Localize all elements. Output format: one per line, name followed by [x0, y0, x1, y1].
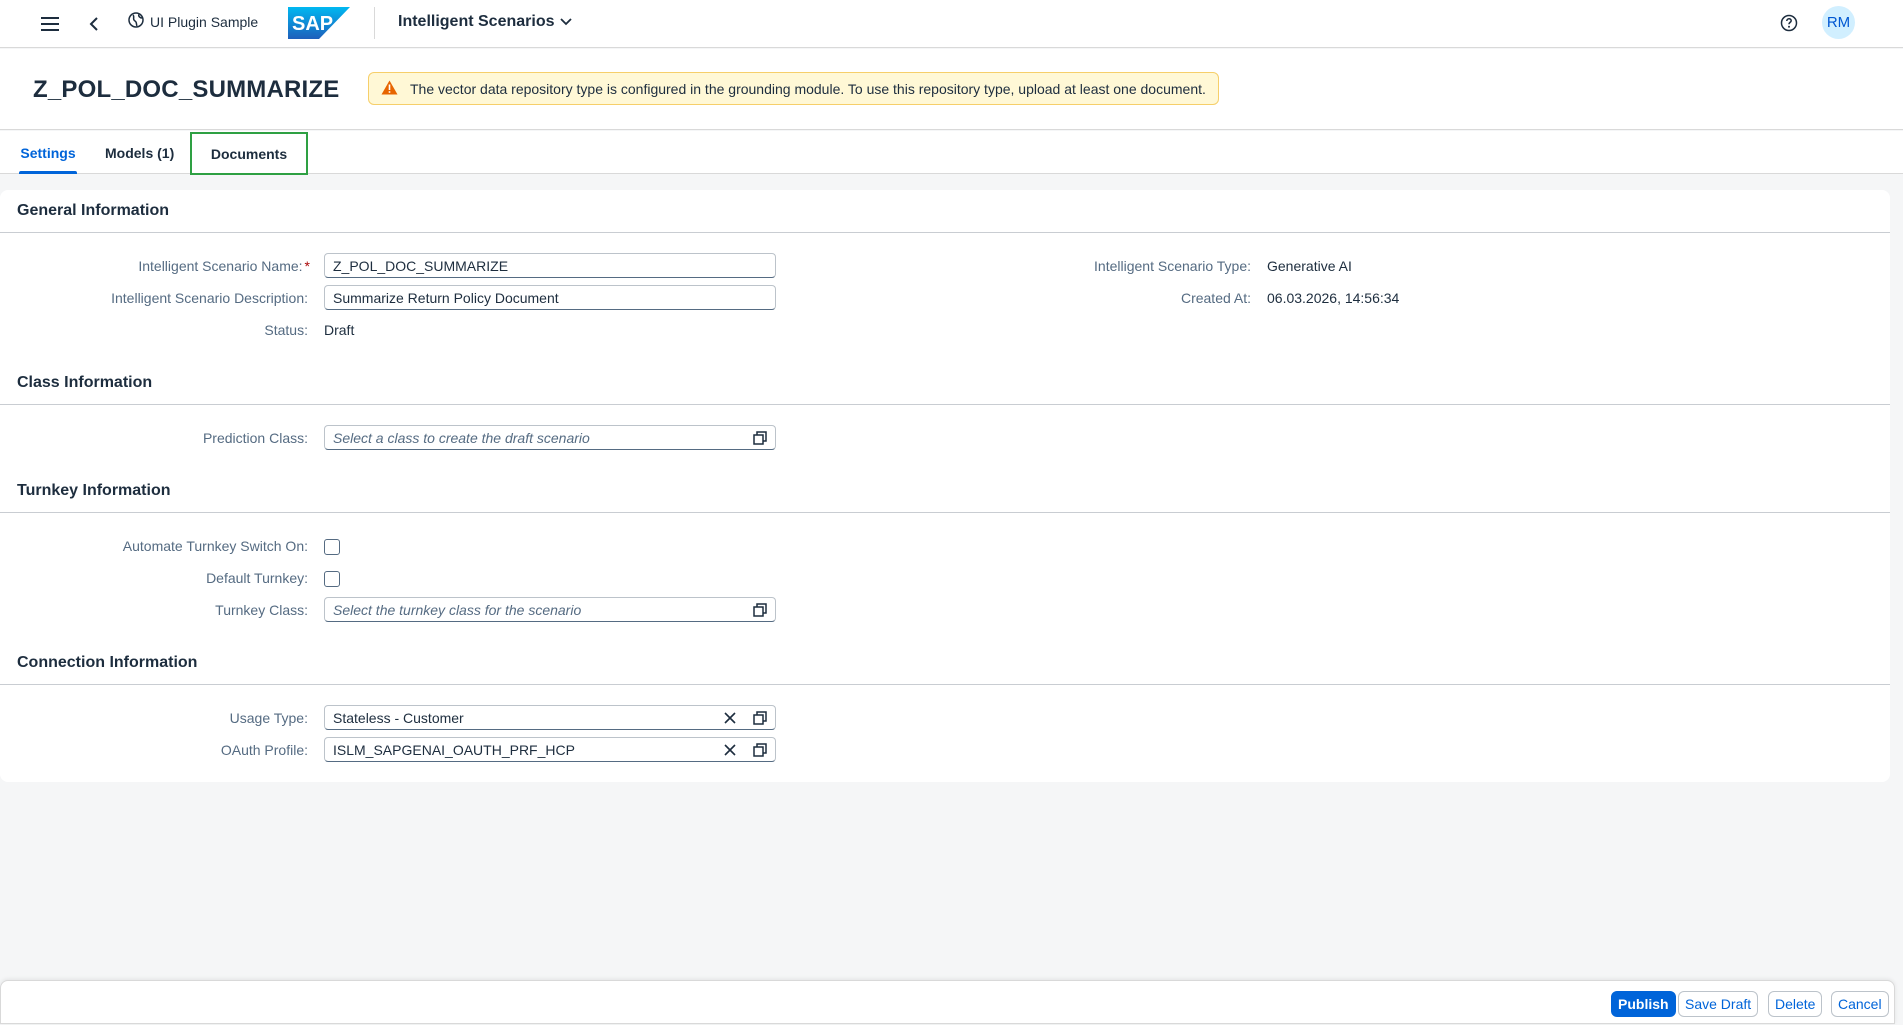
section-divider: [0, 512, 1890, 513]
warning-icon: [381, 80, 398, 98]
object-header: Z_POL_DOC_SUMMARIZE The vector data repo…: [0, 49, 1903, 130]
oauth-profile-input[interactable]: ISLM_SAPGENAI_OAUTH_PRF_HCP: [324, 737, 776, 762]
usage-type-label: Usage Type:: [229, 710, 308, 726]
menu-icon[interactable]: [32, 6, 68, 42]
section-title-class: Class Information: [17, 374, 153, 391]
tab-documents[interactable]: Documents: [190, 132, 308, 175]
name-label: Intelligent Scenario Name: *: [138, 258, 310, 274]
globe-icon: [128, 12, 144, 31]
warning-message-strip: The vector data repository type is confi…: [368, 72, 1219, 105]
chevron-down-icon: [560, 13, 573, 31]
section-divider: [0, 232, 1890, 233]
value-help-icon[interactable]: [749, 739, 771, 761]
created-at-label: Created At:: [1180, 290, 1251, 306]
app-title-menu[interactable]: Intelligent Scenarios: [398, 13, 573, 31]
page-title: Z_POL_DOC_SUMMARIZE: [33, 76, 340, 103]
sap-logo[interactable]: SAP: [288, 7, 350, 42]
required-indicator: *: [304, 258, 310, 274]
prediction-class-input[interactable]: Select a class to create the draft scena…: [324, 425, 776, 450]
avatar[interactable]: RM: [1822, 6, 1855, 39]
turnkey-class-label: Turnkey Class:: [215, 602, 308, 618]
value-help-icon[interactable]: [749, 599, 771, 621]
shell-bar: UI Plugin Sample SAP Intelligent Scenari…: [0, 0, 1903, 48]
help-icon[interactable]: [1771, 5, 1807, 41]
cancel-button[interactable]: Cancel: [1831, 991, 1889, 1017]
clear-icon[interactable]: [719, 707, 741, 729]
tab-settings[interactable]: Settings: [19, 131, 77, 174]
warning-text: The vector data repository type is confi…: [410, 80, 1206, 97]
footer-toolbar: Publish Save Draft Delete Cancel: [0, 980, 1895, 1024]
svg-text:SAP: SAP: [292, 13, 333, 35]
turnkey-class-placeholder: Select the turnkey class for the scenari…: [333, 601, 582, 618]
usage-type-value: Stateless - Customer: [333, 709, 464, 726]
prediction-class-label: Prediction Class:: [202, 430, 308, 446]
usage-type-input[interactable]: Stateless - Customer: [324, 705, 776, 730]
status-label: Status:: [264, 322, 308, 338]
default-turnkey-checkbox[interactable]: [324, 571, 340, 587]
clear-icon[interactable]: [719, 739, 741, 761]
prediction-class-placeholder: Select a class to create the draft scena…: [333, 429, 590, 446]
plugin-link[interactable]: UI Plugin Sample: [128, 12, 258, 31]
save-draft-button[interactable]: Save Draft: [1678, 991, 1759, 1017]
description-label: Intelligent Scenario Description:: [111, 290, 308, 306]
plugin-label: UI Plugin Sample: [150, 13, 259, 30]
tab-models[interactable]: Models (1): [105, 131, 174, 174]
delete-button[interactable]: Delete: [1768, 991, 1823, 1017]
status-value: Draft: [324, 322, 355, 338]
section-divider: [0, 404, 1890, 405]
section-title-connection: Connection Information: [17, 654, 198, 671]
section-divider: [0, 684, 1890, 685]
scenario-description-input[interactable]: Summarize Return Policy Document: [324, 285, 776, 310]
scenario-name-value: Z_POL_DOC_SUMMARIZE: [333, 257, 509, 274]
turnkey-class-input[interactable]: Select the turnkey class for the scenari…: [324, 597, 776, 622]
oauth-profile-label: OAuth Profile:: [220, 742, 308, 758]
automate-turnkey-checkbox[interactable]: [324, 539, 340, 555]
default-turnkey-label: Default Turnkey:: [206, 570, 308, 586]
section-title-general: General Information: [17, 202, 170, 219]
oauth-profile-value: ISLM_SAPGENAI_OAUTH_PRF_HCP: [333, 741, 575, 758]
publish-button[interactable]: Publish: [1611, 991, 1676, 1017]
scenario-name-input[interactable]: Z_POL_DOC_SUMMARIZE: [324, 253, 776, 278]
section-title-turnkey: Turnkey Information: [17, 482, 171, 499]
back-icon[interactable]: [76, 6, 112, 42]
settings-form: General Information Intelligent Scenario…: [0, 190, 1890, 782]
shell-divider: [374, 7, 375, 39]
type-label: Intelligent Scenario Type:: [1094, 258, 1251, 274]
scenario-description-value: Summarize Return Policy Document: [333, 289, 559, 306]
automate-turnkey-label: Automate Turnkey Switch On:: [122, 538, 308, 554]
value-help-icon[interactable]: [749, 707, 771, 729]
created-at-value: 06.03.2026, 14:56:34: [1267, 290, 1400, 306]
tab-bar: Settings Models (1) Documents: [0, 131, 1903, 175]
type-value: Generative AI: [1267, 258, 1352, 274]
app-title: Intelligent Scenarios: [398, 13, 555, 30]
value-help-icon[interactable]: [749, 427, 771, 449]
